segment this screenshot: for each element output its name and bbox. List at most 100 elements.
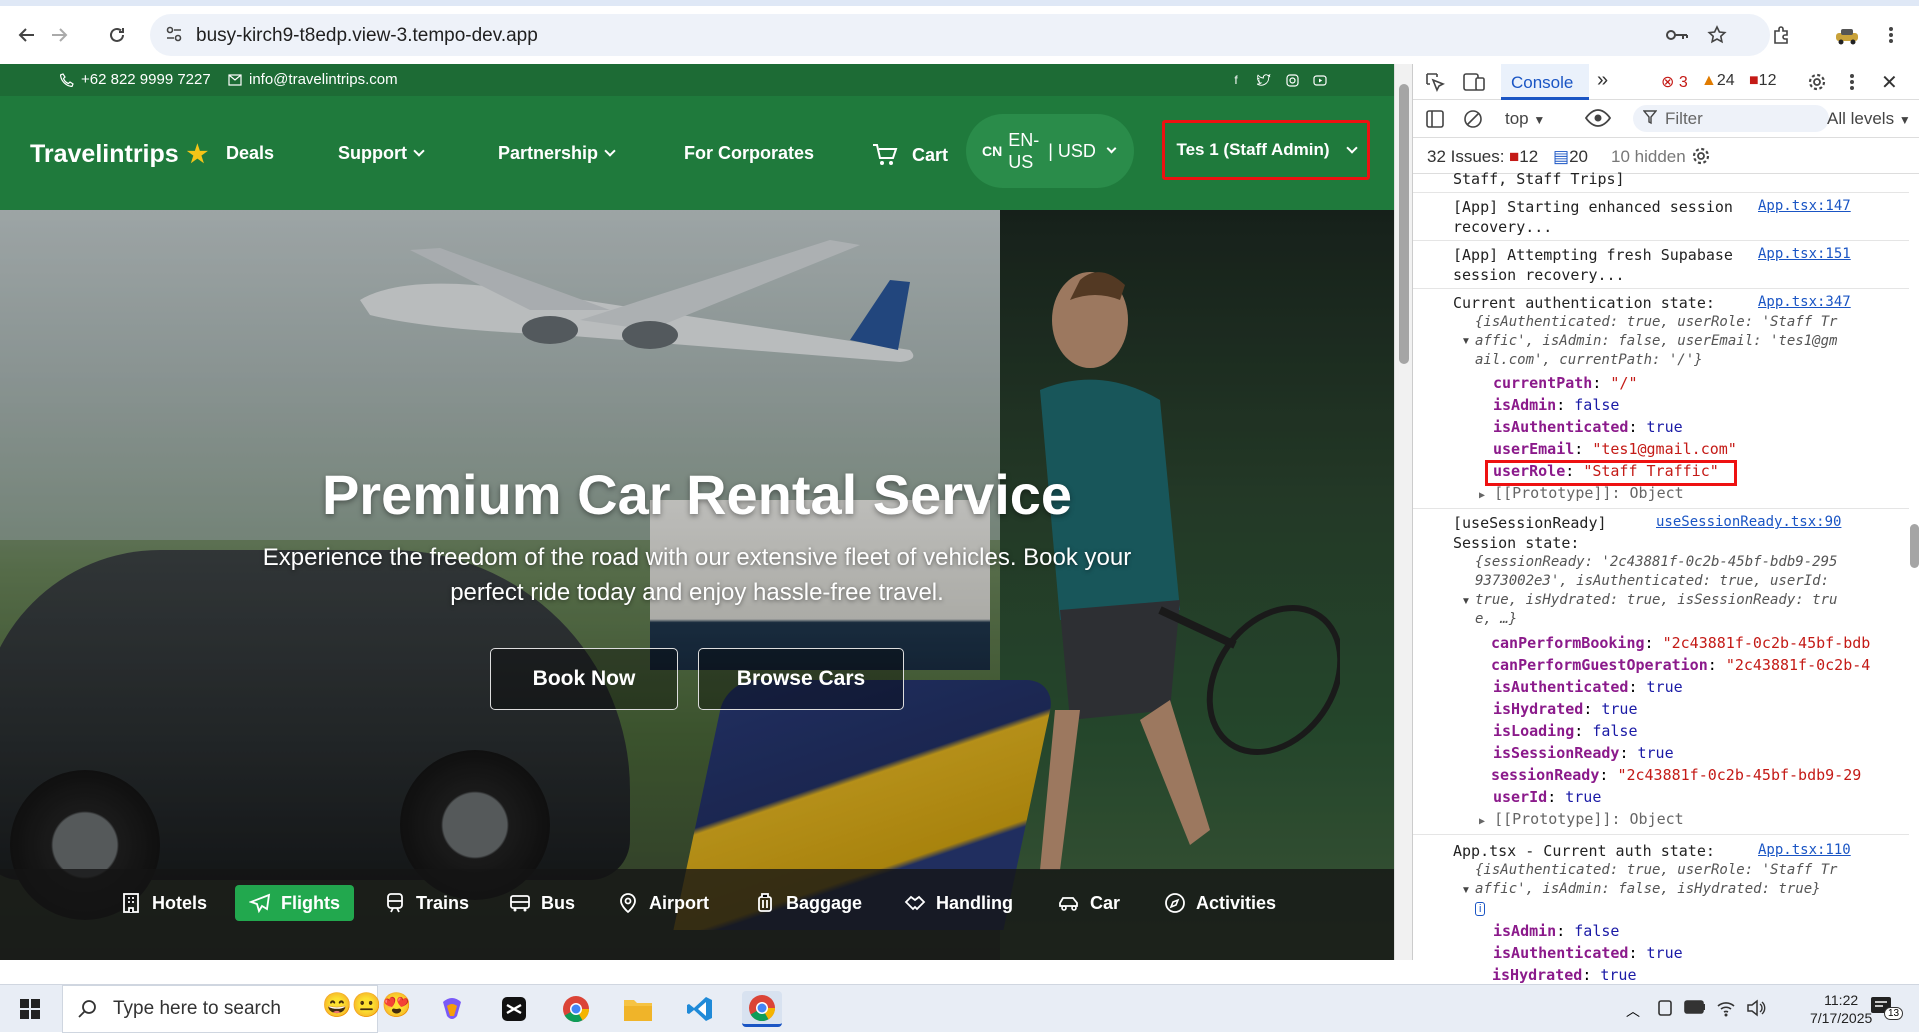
scroll-thumb[interactable] — [1399, 84, 1409, 364]
object-preview[interactable]: true, isHydrated: true, isSessionReady: … — [1475, 592, 1837, 608]
log-source-link[interactable]: App.tsx:347 — [1758, 294, 1851, 310]
service-tabs: Hotels Flights Trains Bus Airport Baggag… — [0, 869, 1394, 960]
bookmark-star-icon[interactable] — [1700, 18, 1734, 52]
object-preview[interactable]: 9373002e3', isAuthenticated: true, userI… — [1475, 573, 1829, 589]
page-scrollbar[interactable] — [1394, 64, 1412, 960]
forward-icon[interactable] — [42, 18, 76, 52]
address-bar[interactable]: busy-kirch9-t8edp.view-3.tempo-dev.app — [150, 14, 1770, 56]
sidebar-toggle-icon[interactable] — [1425, 109, 1445, 134]
expand-triangle-icon[interactable]: ▼ — [1461, 596, 1471, 607]
issues-message-badge[interactable]: ▤20 — [1553, 147, 1588, 167]
user-menu-button[interactable]: Tes 1 (Staff Admin) — [1162, 120, 1370, 180]
youtube-icon[interactable] — [1312, 72, 1328, 88]
log-source-link[interactable]: App.tsx:110 — [1758, 842, 1851, 858]
notification-center-icon[interactable]: 13 — [1870, 995, 1904, 1024]
volume-icon[interactable] — [1746, 999, 1766, 1022]
object-preview[interactable]: affic', isAdmin: false, userEmail: 'tes1… — [1475, 333, 1837, 349]
tab-activities[interactable]: Activities — [1156, 885, 1284, 921]
issues-settings-icon[interactable] — [1691, 146, 1711, 171]
profile-avatar-icon[interactable] — [1830, 18, 1864, 52]
expand-triangle-icon[interactable]: ▼ — [1461, 885, 1471, 896]
capcut-icon[interactable] — [494, 991, 534, 1027]
instagram-icon[interactable] — [1284, 72, 1300, 88]
tray-app-icon[interactable] — [1656, 999, 1674, 1022]
object-preview[interactable]: affic', isAdmin: false, isHydrated: true… — [1475, 881, 1821, 897]
extensions-icon[interactable] — [1764, 18, 1798, 52]
issue-count[interactable]: ■12 — [1749, 72, 1776, 90]
expand-triangle-icon[interactable]: ▶ — [1479, 490, 1485, 501]
battery-icon[interactable] — [1684, 1000, 1706, 1019]
nav-support[interactable]: Support — [338, 143, 425, 164]
prop-key: canPerformBooking — [1491, 634, 1645, 652]
tab-bus[interactable]: Bus — [501, 885, 583, 921]
more-tabs-icon[interactable]: » — [1597, 69, 1608, 92]
browser-menu-icon[interactable] — [1874, 18, 1908, 52]
close-icon[interactable]: ✕ — [1881, 70, 1898, 95]
key-icon[interactable] — [1660, 18, 1694, 52]
language-currency-selector[interactable]: CN EN-US | USD — [966, 114, 1134, 188]
site-info-icon[interactable] — [164, 24, 184, 49]
eye-icon[interactable] — [1584, 107, 1612, 134]
chrome-active-icon[interactable] — [742, 991, 782, 1027]
tab-console[interactable]: Console — [1501, 64, 1589, 100]
nav-cart[interactable]: Cart — [872, 143, 948, 167]
chrome-icon[interactable] — [556, 991, 596, 1027]
inspect-element-icon[interactable] — [1425, 72, 1445, 97]
site-logo[interactable]: Travelintrips ★ — [30, 140, 208, 169]
expand-triangle-icon[interactable]: ▶ — [1479, 816, 1485, 827]
object-preview[interactable]: e, …} — [1475, 611, 1517, 627]
logo-text: Travelintrips — [30, 140, 179, 168]
wifi-icon[interactable] — [1716, 999, 1736, 1022]
nav-partnership[interactable]: Partnership — [498, 143, 616, 164]
windows-start-icon[interactable] — [10, 991, 50, 1027]
warning-count[interactable]: ▲24 — [1701, 72, 1735, 90]
object-preview[interactable]: {sessionReady: '2c43881f-0c2b-45bf-bdb9-… — [1475, 554, 1837, 570]
devtools-menu-icon[interactable] — [1849, 72, 1855, 97]
phone-contact[interactable]: +62 822 9999 7227 — [60, 71, 211, 88]
book-now-button[interactable]: Book Now — [490, 648, 678, 710]
device-toolbar-icon[interactable] — [1463, 72, 1485, 97]
nav-cart-label: Cart — [912, 144, 949, 165]
tab-baggage[interactable]: Baggage — [746, 885, 870, 921]
info-icon[interactable]: i — [1475, 902, 1486, 916]
tab-airport[interactable]: Airport — [609, 885, 717, 921]
console-scrollbar[interactable] — [1909, 174, 1919, 960]
chevron-down-icon — [1345, 141, 1358, 154]
vscode-icon[interactable] — [680, 991, 720, 1027]
object-preview[interactable]: {isAuthenticated: true, userRole: 'Staff… — [1475, 314, 1837, 330]
tab-hotels[interactable]: Hotels — [112, 885, 215, 921]
twitter-icon[interactable] — [1256, 72, 1272, 88]
copilot-icon[interactable] — [432, 991, 472, 1027]
nav-corporates[interactable]: For Corporates — [684, 143, 814, 164]
tab-flights[interactable]: Flights — [235, 885, 354, 921]
clear-console-icon[interactable] — [1463, 109, 1483, 134]
browse-cars-button[interactable]: Browse Cars — [698, 648, 904, 710]
file-explorer-icon[interactable] — [618, 991, 658, 1027]
chevron-up-icon[interactable]: ︿ — [1626, 1001, 1640, 1021]
context-selector[interactable]: top ▼ — [1505, 109, 1545, 129]
reload-icon[interactable] — [100, 18, 134, 52]
tab-trains[interactable]: Trains — [376, 885, 477, 921]
tab-car[interactable]: Car — [1050, 885, 1128, 921]
back-icon[interactable] — [10, 18, 44, 52]
facebook-icon[interactable]: f — [1228, 72, 1244, 88]
object-preview[interactable]: {isAuthenticated: true, userRole: 'Staff… — [1475, 862, 1837, 878]
log-source-link[interactable]: App.tsx:151 — [1758, 246, 1851, 262]
log-source-link[interactable]: App.tsx:147 — [1758, 198, 1851, 214]
system-clock[interactable]: 11:22 7/17/2025 — [1810, 991, 1872, 1027]
email-contact[interactable]: info@travelintrips.com — [228, 71, 398, 88]
log-source-link[interactable]: useSessionReady.tsx:90 — [1656, 514, 1841, 530]
log-line: [useSessionReady] — [1453, 514, 1607, 532]
emoji-search-highlight-icon[interactable]: 😄😐😍 — [322, 991, 412, 1020]
issues-error-badge[interactable]: ■12 — [1509, 147, 1538, 167]
error-count[interactable]: ⊗ 3 — [1661, 72, 1688, 92]
log-levels-selector[interactable]: All levels ▼ — [1827, 109, 1911, 129]
devtools-settings-icon[interactable] — [1807, 72, 1827, 97]
console-scroll-thumb[interactable] — [1910, 524, 1919, 568]
tab-handling[interactable]: Handling — [896, 885, 1021, 921]
object-preview[interactable]: ail.com', currentPath: '/'} — [1475, 352, 1703, 368]
nav-deals[interactable]: Deals — [226, 143, 274, 164]
expand-triangle-icon[interactable]: ▼ — [1461, 336, 1471, 347]
console-filter-input[interactable]: Filter — [1633, 105, 1829, 132]
url-text[interactable]: busy-kirch9-t8edp.view-3.tempo-dev.app — [196, 25, 538, 47]
